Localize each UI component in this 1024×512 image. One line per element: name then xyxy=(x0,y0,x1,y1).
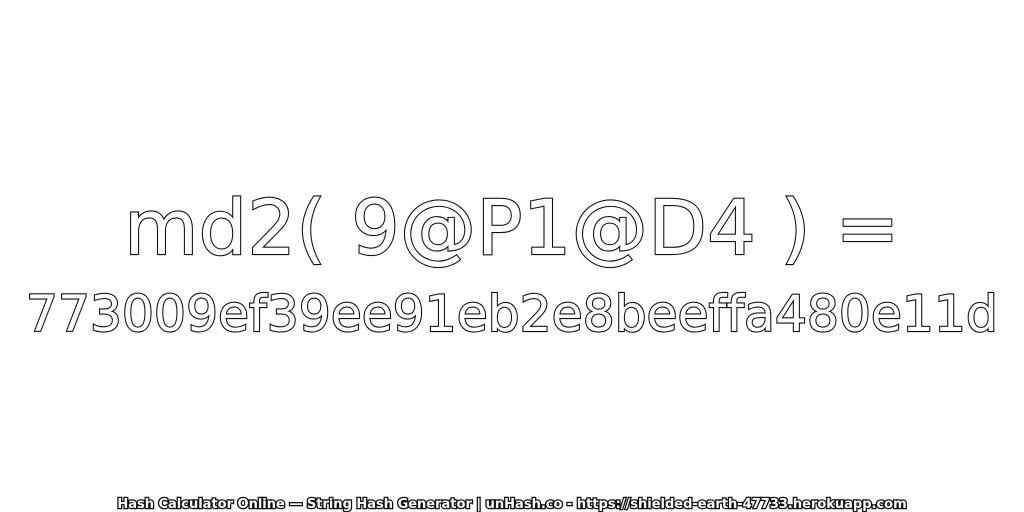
hash-result-text: 773009ef39ee91eb2e8beeffa480e11d xyxy=(25,285,999,343)
image-canvas: md2( 9@P1@D4 ) = 773009ef39ee91eb2e8beef… xyxy=(0,0,1024,512)
footer-caption: Hash Calculator Online — String Hash Gen… xyxy=(116,497,908,512)
hash-expression-text: md2( 9@P1@D4 ) = xyxy=(123,183,900,272)
